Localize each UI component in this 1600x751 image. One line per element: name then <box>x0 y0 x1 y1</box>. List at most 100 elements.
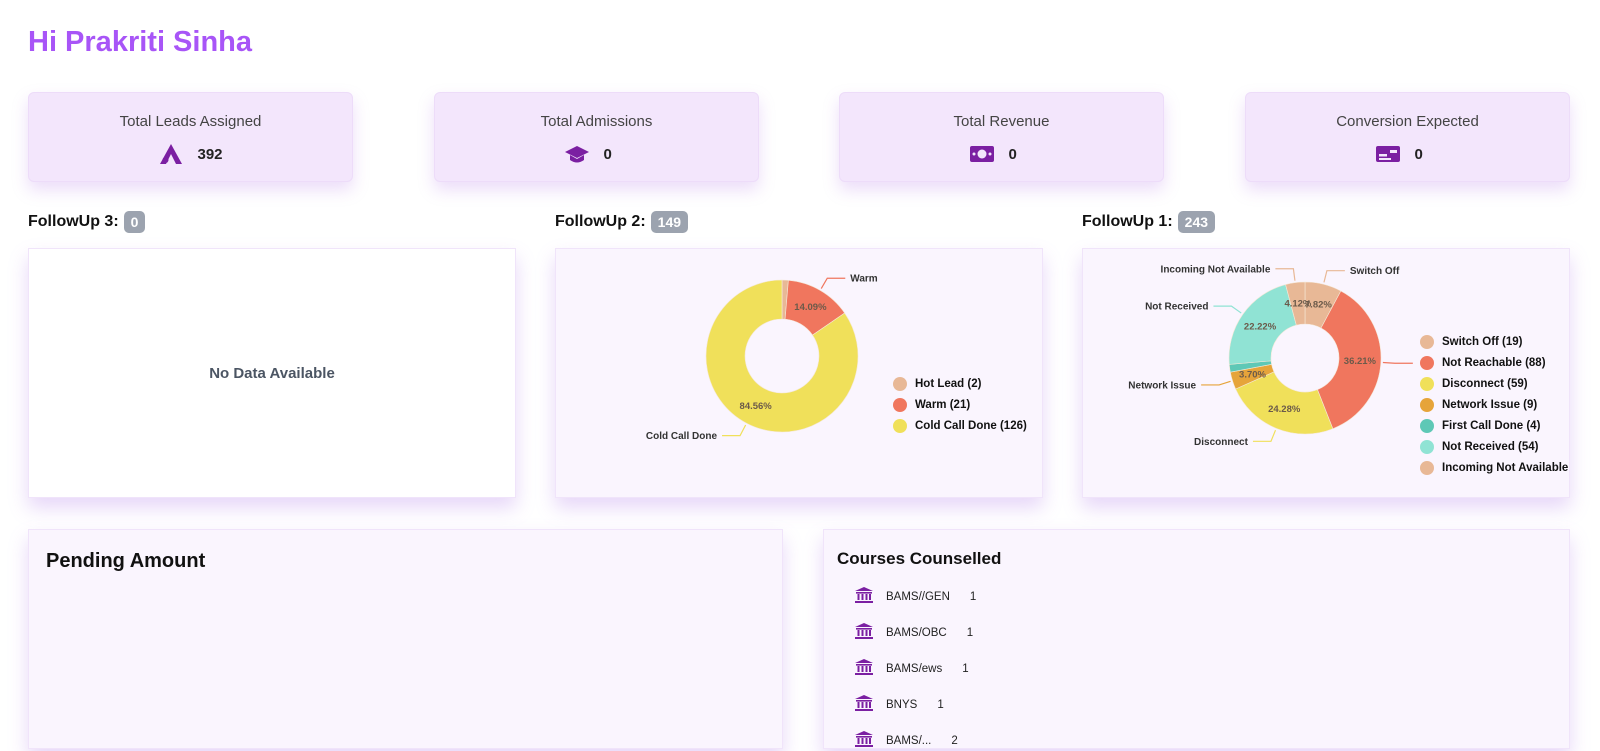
course-name: BAMS//GEN <box>886 590 950 603</box>
callout-line <box>1382 361 1413 364</box>
followup-3-card: No Data Available <box>28 248 516 498</box>
course-row: BAMS/ews 1 <box>854 658 969 679</box>
stat-card-total-admissions: Total Admissions 0 <box>434 92 759 182</box>
followup-count-badge: 0 <box>123 211 146 233</box>
legend-dot <box>1420 440 1434 454</box>
callout-label: Warm <box>850 274 878 285</box>
stat-value: 0 <box>1008 145 1017 163</box>
legend-item-not-received[interactable]: Not Received (54) <box>1420 440 1568 454</box>
callout-line <box>1275 268 1296 281</box>
legend-item-cold-call-done[interactable]: Cold Call Done (126) <box>893 419 1027 433</box>
followup-2-donut-chart: 14.09% Warm 84.56% Cold Call Done <box>646 274 878 442</box>
callout-label: Cold Call Done <box>646 431 718 442</box>
legend-dot <box>893 377 907 391</box>
legend-item-hot-lead[interactable]: Hot Lead (2) <box>893 377 1027 391</box>
course-name: BNYS <box>886 698 918 711</box>
legend-item-first-call-done[interactable]: First Call Done (4) <box>1420 419 1568 433</box>
course-row: BAMS/OBC 1 <box>854 622 973 643</box>
legend-dot <box>1420 356 1434 370</box>
id-card-icon <box>1375 143 1401 165</box>
callout-label: Disconnect <box>1194 437 1249 448</box>
followup-2-legend: Hot Lead (2) Warm (21) Cold Call Done (1… <box>893 377 1027 433</box>
institution-icon <box>854 730 874 751</box>
followup-2-card: 14.09% Warm 84.56% Cold Call Done Hot Lead … <box>555 248 1043 498</box>
slice-percent-label: 84.56% <box>740 401 773 412</box>
courses-counselled-card: Courses Counselled BAMS//GEN 1 BAMS/OBC 1 BA… <box>823 529 1570 749</box>
course-count: 1 <box>962 662 969 675</box>
followup-3-label: FollowUp 3: 0 <box>28 211 146 233</box>
slice-percent-label: 22.22% <box>1244 321 1277 332</box>
institution-icon <box>854 694 874 715</box>
followup-label-text: FollowUp 3: <box>28 213 119 230</box>
slice-percent-label: 4.12% <box>1284 298 1311 309</box>
a-logo-icon <box>158 143 184 165</box>
legend-label: Not Received (54) <box>1442 441 1539 453</box>
followup-count-badge: 149 <box>650 211 689 233</box>
callout-line <box>1252 429 1277 442</box>
callout-label: Not Received <box>1145 302 1208 313</box>
legend-item-switch-off[interactable]: Switch Off (19) <box>1420 335 1568 349</box>
callout-label: Switch Off <box>1350 266 1400 277</box>
followup-1-donut-chart: 7.82%Switch Off36.21%Not Reachable24.28%… <box>1128 264 1487 448</box>
stat-value: 392 <box>197 145 223 163</box>
no-data-text: No Data Available <box>209 365 335 382</box>
stat-card-total-leads: Total Leads Assigned 392 <box>28 92 353 182</box>
institution-icon <box>854 622 874 643</box>
course-count: 1 <box>969 590 977 603</box>
legend-label: Cold Call Done (126) <box>915 420 1027 432</box>
course-count: 1 <box>966 626 974 639</box>
callout-line <box>1201 380 1231 386</box>
followup-1-label: FollowUp 1: 243 <box>1082 211 1216 233</box>
legend-item-incoming-not-available[interactable]: Incoming Not Available <box>1420 461 1568 475</box>
legend-item-disconnect[interactable]: Disconnect (59) <box>1420 377 1568 391</box>
legend-label: Switch Off (19) <box>1442 336 1523 348</box>
pending-amount-card: Pending Amount <box>28 529 783 749</box>
legend-dot <box>1420 398 1434 412</box>
course-row: BAMS//GEN 1 <box>854 586 976 607</box>
slice-percent-label: 36.21% <box>1344 356 1377 367</box>
course-name: BAMS/... <box>886 734 932 747</box>
greeting-title: Hi Prakriti Sinha <box>28 26 253 58</box>
stat-title: Total Admissions <box>540 113 653 130</box>
stat-card-total-revenue: Total Revenue 0 <box>839 92 1164 182</box>
stat-title: Total Revenue <box>953 113 1050 130</box>
legend-item-network-issue[interactable]: Network Issue (9) <box>1420 398 1568 412</box>
callout-label: Incoming Not Available <box>1161 264 1271 275</box>
course-row: BNYS 1 <box>854 694 944 715</box>
money-bill-icon <box>969 143 995 165</box>
legend-dot <box>1420 461 1434 475</box>
graduation-cap-icon <box>564 143 590 165</box>
legend-dot <box>893 398 907 412</box>
callout-label: Network Issue <box>1128 380 1196 391</box>
callout-line <box>1323 270 1345 283</box>
institution-icon <box>854 658 874 679</box>
legend-item-not-reachable[interactable]: Not Reachable (88) <box>1420 356 1568 370</box>
course-count: 1 <box>937 698 944 711</box>
stat-card-conversion-expected: Conversion Expected 0 <box>1245 92 1570 182</box>
legend-dot <box>893 419 907 433</box>
followup-count-badge: 243 <box>1177 211 1216 233</box>
legend-label: Hot Lead (2) <box>915 378 982 390</box>
legend-label: Warm (21) <box>915 399 971 411</box>
callout-line <box>1213 305 1242 314</box>
legend-dot <box>1420 335 1434 349</box>
followup-label-text: FollowUp 2: <box>555 213 646 230</box>
slice-percent-label: 3.70% <box>1239 369 1266 380</box>
stat-title: Total Leads Assigned <box>119 113 262 130</box>
followup-1-card: 7.82%Switch Off36.21%Not Reachable24.28%… <box>1082 248 1570 498</box>
slice-percent-label: 24.28% <box>1268 404 1301 415</box>
course-name: BAMS/OBC <box>886 626 947 639</box>
course-count: 2 <box>951 734 958 747</box>
legend-item-warm[interactable]: Warm (21) <box>893 398 1027 412</box>
legend-dot <box>1420 377 1434 391</box>
callout-line <box>722 424 747 437</box>
followup-2-label: FollowUp 2: 149 <box>555 211 689 233</box>
legend-label: Disconnect (59) <box>1442 378 1528 390</box>
legend-label: First Call Done (4) <box>1442 420 1541 432</box>
institution-icon <box>854 586 874 607</box>
followup-label-text: FollowUp 1: <box>1082 213 1173 230</box>
legend-label: Not Reachable (88) <box>1442 357 1546 369</box>
callout-line <box>820 277 846 289</box>
course-row: BAMS/... 2 <box>854 730 958 751</box>
slice-percent-label: 14.09% <box>794 302 827 313</box>
